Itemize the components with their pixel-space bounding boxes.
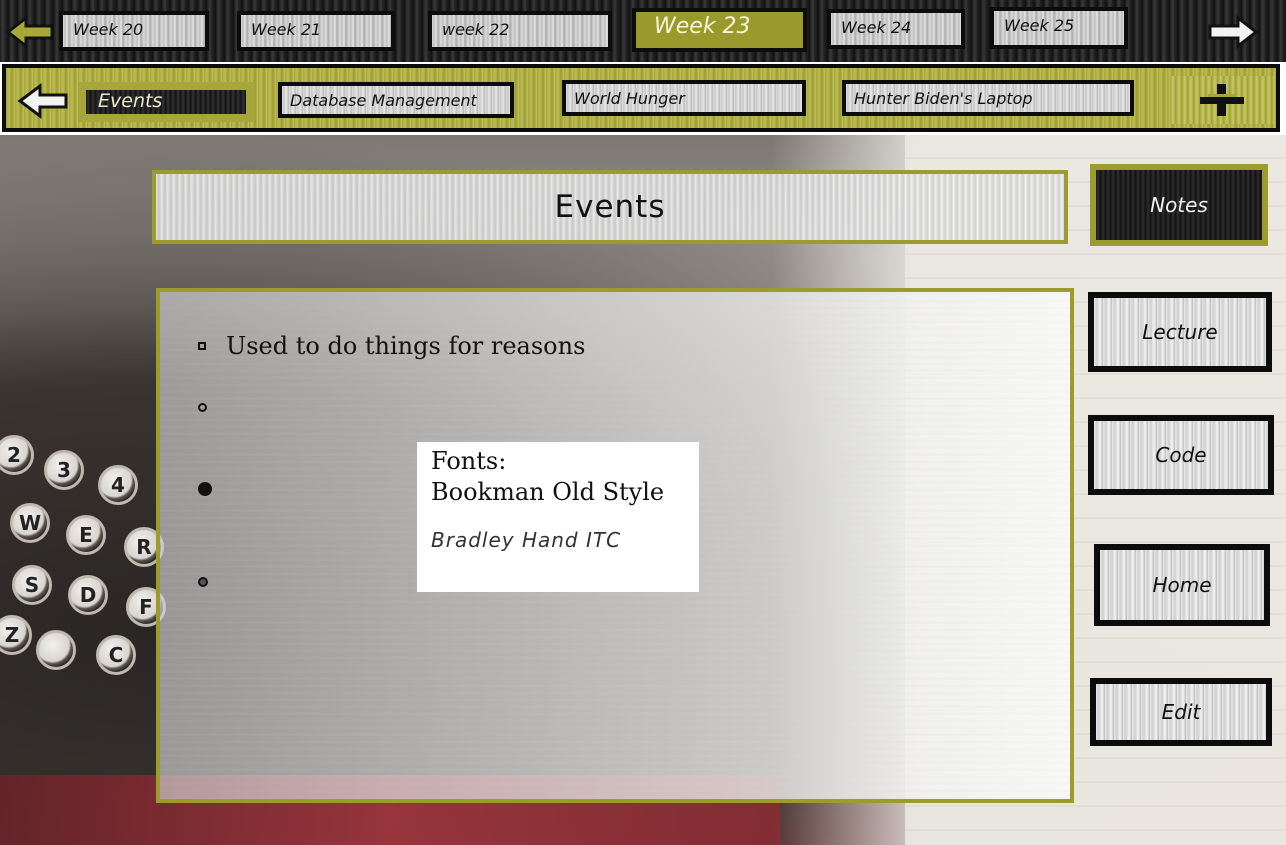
lecture-button-label: Lecture [1142,320,1218,344]
page-title: Events [152,170,1068,244]
left-arrow-icon [17,83,68,119]
circle-bullet-icon [198,403,207,412]
topic-tab-database-management[interactable]: Database Management [278,82,514,118]
week-navigation-bar: Week 20 Week 21 week 22 Week 23 Week 24 … [0,0,1286,62]
font-note-box: Fonts: Bookman Old Style Bradley Hand IT… [417,442,699,592]
week-tab-label: Week 25 [1004,16,1075,35]
typewriter-key: 4 [98,465,138,505]
week-tab-25[interactable]: Week 25 [990,7,1128,49]
week-tab-label: week 22 [442,20,510,39]
topic-tab-label: Events [98,90,163,112]
week-tab-label: Week 21 [251,20,322,39]
week-tab-20[interactable]: Week 20 [59,11,209,51]
typewriter-key [36,630,76,670]
typewriter-key: 3 [44,450,84,490]
typewriter-key: S [12,565,52,605]
lecture-button[interactable]: Lecture [1088,292,1272,372]
topic-tab-label: Database Management [290,91,477,110]
notes-button-label: Notes [1150,193,1208,217]
add-topic-button[interactable] [1170,76,1274,124]
small-bullet-icon [198,577,208,587]
prev-week-button[interactable] [4,14,56,50]
list-item-text: Used to do things for reasons [226,332,586,360]
list-item [198,482,212,496]
topic-tab-label: World Hunger [574,89,685,108]
edit-button-label: Edit [1161,700,1201,724]
typewriter-key: W [10,503,50,543]
notes-content-panel[interactable]: Used to do things for reasons Fonts: Boo… [156,288,1074,803]
week-tab-22[interactable]: week 22 [428,11,612,51]
font-note-secondary-font: Bradley Hand ITC [431,528,622,552]
week-tab-23[interactable]: Week 23 [632,8,807,52]
list-item: Used to do things for reasons [198,332,585,360]
typewriter-key: E [66,515,106,555]
back-button[interactable] [16,82,70,120]
next-week-button[interactable] [1204,14,1260,50]
topic-tab-events[interactable]: Events [78,82,254,122]
filled-bullet-icon [198,482,212,496]
week-tab-24[interactable]: Week 24 [827,9,965,49]
font-note-primary-font: Bookman Old Style [431,478,665,506]
typewriter-key: C [96,635,136,675]
week-tab-label: Week 23 [654,14,751,39]
list-item [198,577,208,587]
topic-tab-hunter-bidens-laptop[interactable]: Hunter Biden's Laptop [842,80,1134,116]
home-button-label: Home [1152,573,1212,597]
right-arrow-icon [1208,14,1259,50]
topic-tab-world-hunger[interactable]: World Hunger [562,80,806,116]
left-arrow-icon [5,14,54,50]
week-tab-label: Week 24 [841,18,912,37]
home-button[interactable]: Home [1094,544,1270,626]
square-bullet-icon [198,342,206,350]
plus-icon [1200,84,1244,116]
notes-button[interactable]: Notes [1090,164,1268,246]
edit-button[interactable]: Edit [1090,678,1272,746]
week-tab-21[interactable]: Week 21 [237,11,395,51]
typewriter-key: Z [0,615,32,655]
week-tab-label: Week 20 [73,20,144,39]
typewriter-key: D [68,575,108,615]
list-item [198,403,207,412]
typewriter-key: 2 [0,435,34,475]
topic-navigation-bar: Events Database Management World Hunger … [2,64,1280,132]
code-button-label: Code [1155,443,1207,467]
code-button[interactable]: Code [1088,415,1274,495]
page-title-text: Events [554,189,666,225]
font-note-heading: Fonts: [431,447,507,475]
topic-tab-label: Hunter Biden's Laptop [854,89,1033,108]
